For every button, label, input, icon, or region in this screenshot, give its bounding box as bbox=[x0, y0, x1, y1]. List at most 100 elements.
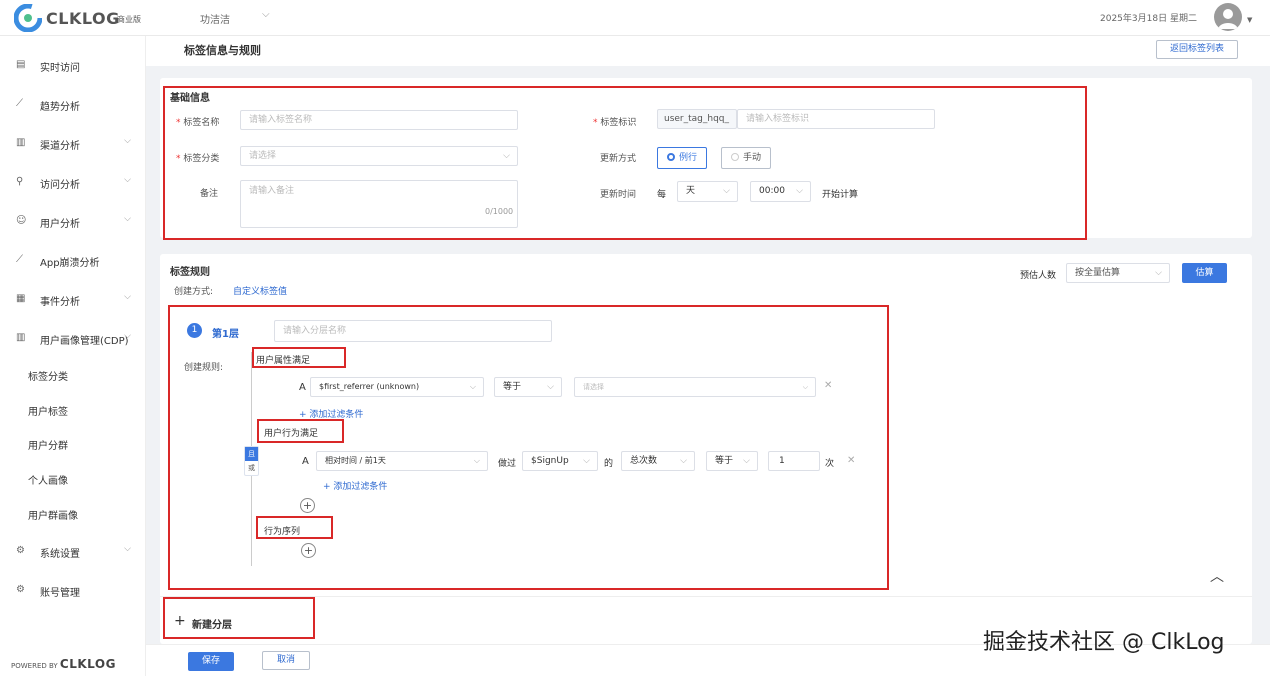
account-icon: ⚙ bbox=[16, 584, 25, 595]
period-select[interactable]: 天 bbox=[677, 181, 738, 202]
tag-id-input[interactable]: 请输入标签标识 bbox=[737, 109, 935, 129]
back-to-list-button[interactable]: 返回标签列表 bbox=[1156, 40, 1238, 59]
behavior-value-input[interactable]: 1 bbox=[768, 451, 820, 471]
chevron-down-icon[interactable]: ⌵ bbox=[262, 9, 270, 20]
sidebar-subitem-3[interactable]: 用户分群 bbox=[28, 437, 68, 452]
sidebar-item-label: 账号管理 bbox=[40, 588, 80, 599]
remove-behavior-close-icon[interactable]: ✕ bbox=[847, 455, 855, 466]
chevron-up-icon[interactable]: ︿ bbox=[1210, 566, 1224, 586]
add-sequence-plus-icon[interactable]: + bbox=[301, 543, 316, 558]
chevron-down-icon: ⌵ bbox=[124, 292, 131, 302]
sidebar-bottom-item-2[interactable]: ⚙ 账号管理 bbox=[16, 582, 141, 600]
sidebar-subitem-5[interactable]: 用户群画像 bbox=[28, 507, 78, 522]
update-mode-routine-radio[interactable]: 例行 bbox=[657, 147, 707, 169]
layer-number-badge: 1 bbox=[187, 323, 202, 338]
and-toggle[interactable]: 且 bbox=[245, 447, 258, 461]
user-icon: ☺ bbox=[16, 215, 27, 226]
add-attr-filter-link[interactable]: + 添加过滤条件 bbox=[299, 407, 363, 420]
chevron-down-icon: ⌵ bbox=[124, 175, 131, 185]
sidebar-item-2[interactable]: ⟋ 趋势分析 bbox=[16, 96, 141, 114]
attr-operator-select[interactable]: 等于 bbox=[494, 377, 562, 397]
chevron-down-icon: ⌵ bbox=[124, 214, 131, 224]
caret-down-icon[interactable]: ▼ bbox=[1247, 16, 1252, 24]
project-selector[interactable]: 功洁洁 bbox=[200, 11, 230, 26]
sidebar-subitem-1[interactable]: 标签分类 bbox=[28, 368, 68, 383]
sidebar-bottom-item-1[interactable]: ⚙ 系统设置 ⌵ bbox=[16, 543, 141, 561]
tag-id-label: * 标签标识 bbox=[593, 118, 637, 128]
estimate-label: 预估人数 bbox=[1020, 271, 1057, 281]
sidebar-item-label: 用户分析 bbox=[40, 219, 80, 230]
behavior-event-select[interactable]: $SignUp bbox=[522, 451, 598, 471]
behavior-metric-select[interactable]: 总次数 bbox=[621, 451, 695, 471]
estimate-mode-select[interactable]: 按全量估算 bbox=[1066, 263, 1170, 283]
crash-icon: ⟋ bbox=[16, 254, 23, 265]
update-mode-manual-radio[interactable]: 手动 bbox=[721, 147, 771, 169]
attr-letter: A bbox=[299, 382, 306, 393]
sidebar-item-5[interactable]: ☺ 用户分析 ⌵ bbox=[16, 213, 141, 231]
sidebar-subitem-4[interactable]: 个人画像 bbox=[28, 472, 68, 487]
plus-icon[interactable]: + bbox=[174, 613, 186, 629]
cancel-button[interactable]: 取消 bbox=[262, 651, 310, 670]
remove-attr-close-icon[interactable]: ✕ bbox=[824, 380, 832, 391]
user-attr-title: 用户属性满足 bbox=[256, 356, 311, 366]
attr-field-select[interactable]: $first_referrer (unknown) bbox=[310, 377, 484, 397]
clklog-logo-icon bbox=[14, 4, 42, 32]
user-avatar-icon bbox=[1218, 9, 1238, 29]
time-select[interactable]: 00:00 bbox=[750, 181, 811, 202]
chevron-down-icon: ⌵ bbox=[124, 544, 131, 554]
radio-unselected-icon bbox=[730, 153, 739, 161]
top-header: CLKLOG 商业版 功洁洁 ⌵ 2025年3月18日 星期二 ▼ bbox=[0, 0, 1270, 36]
sidebar-item-8[interactable]: ▥ 用户画像管理(CDP) ⌵ bbox=[16, 330, 141, 348]
note-label: 备注 bbox=[200, 189, 219, 199]
add-behavior-filter-link[interactable]: + 添加过滤条件 bbox=[323, 479, 387, 492]
behavior-of-label: 的 bbox=[604, 459, 614, 469]
sidebar bbox=[0, 36, 146, 676]
sidebar-subitem-2[interactable]: 用户标签 bbox=[28, 403, 68, 418]
add-behavior-plus-icon[interactable]: + bbox=[300, 498, 315, 513]
divider bbox=[160, 596, 1252, 597]
create-mode-value[interactable]: 自定义标签值 bbox=[233, 284, 287, 297]
attr-value-select[interactable]: 请选择 bbox=[574, 377, 816, 397]
sidebar-item-3[interactable]: ▥ 渠道分析 ⌵ bbox=[16, 135, 141, 153]
and-or-toggle[interactable]: 且或 bbox=[244, 446, 259, 476]
user-behavior-title: 用户行为满足 bbox=[264, 429, 319, 439]
every-label: 每 bbox=[657, 190, 667, 200]
sidebar-item-label: 实时访问 bbox=[40, 63, 80, 74]
channel-icon: ▥ bbox=[16, 137, 26, 148]
start-calc-label: 开始计算 bbox=[822, 190, 859, 200]
sidebar-item-label: 事件分析 bbox=[40, 297, 80, 308]
sidebar-item-label: 趋势分析 bbox=[40, 102, 80, 113]
tag-category-select[interactable]: 请选择 bbox=[240, 146, 518, 166]
estimate-button[interactable]: 估算 bbox=[1182, 263, 1227, 283]
page-title: 标签信息与规则 bbox=[184, 44, 261, 57]
edition-label: 商业版 bbox=[117, 15, 141, 24]
avatar[interactable] bbox=[1214, 3, 1242, 31]
chevron-down-icon: ⌵ bbox=[124, 136, 131, 146]
sequence-title: 行为序列 bbox=[264, 527, 301, 537]
sidebar-item-label: 渠道分析 bbox=[40, 141, 80, 152]
sidebar-item-6[interactable]: ⟋ App崩溃分析 bbox=[16, 252, 141, 270]
update-mode-label: 更新方式 bbox=[600, 154, 637, 164]
watermark: 掘金技术社区 @ ClkLog bbox=[983, 630, 1225, 655]
note-textarea[interactable]: 请输入备注 bbox=[240, 180, 518, 228]
rules-title: 标签规则 bbox=[170, 267, 210, 278]
or-toggle[interactable]: 或 bbox=[245, 461, 258, 475]
cdp-icon: ▥ bbox=[16, 332, 26, 343]
page-title-bar bbox=[146, 36, 1270, 66]
sidebar-item-label: 访问分析 bbox=[40, 180, 80, 191]
sidebar-item-4[interactable]: ⚲ 访问分析 ⌵ bbox=[16, 174, 141, 192]
behavior-time-select[interactable]: 相对时间 / 前1天 bbox=[316, 451, 488, 471]
tag-id-prefix: user_tag_hqq_ bbox=[657, 109, 737, 129]
tag-name-input[interactable]: 请输入标签名称 bbox=[240, 110, 518, 130]
layer-name-input[interactable]: 请输入分层名称 bbox=[274, 320, 552, 342]
realtime-icon: ▤ bbox=[16, 59, 26, 70]
behavior-letter: A bbox=[302, 456, 309, 467]
layer-title: 第1层 bbox=[212, 329, 239, 340]
save-button[interactable]: 保存 bbox=[188, 652, 234, 671]
behavior-operator-select[interactable]: 等于 bbox=[706, 451, 758, 471]
sidebar-item-7[interactable]: ▦ 事件分析 ⌵ bbox=[16, 291, 141, 309]
new-layer-label[interactable]: 新建分层 bbox=[192, 616, 232, 631]
tag-name-label: * 标签名称 bbox=[176, 118, 220, 128]
sidebar-item-1[interactable]: ▤ 实时访问 bbox=[16, 57, 141, 75]
update-time-label: 更新时间 bbox=[600, 190, 637, 200]
